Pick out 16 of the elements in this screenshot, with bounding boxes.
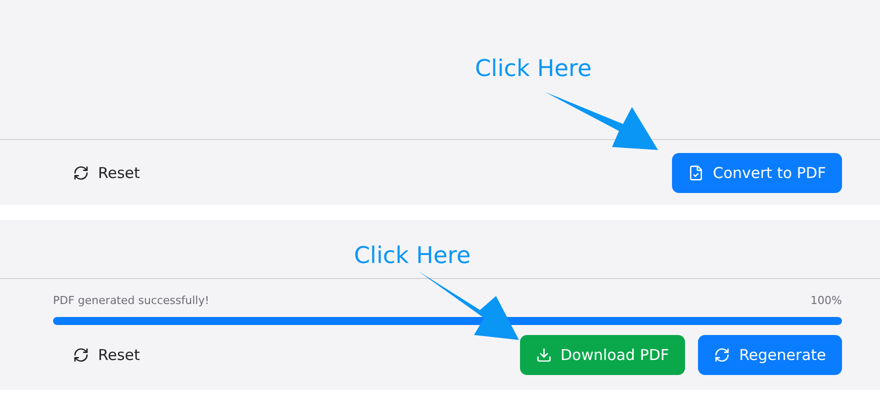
refresh-icon [73,164,89,180]
download-button[interactable]: Download PDF [520,335,686,375]
file-icon [688,164,704,180]
arrow-icon [418,271,519,340]
annotation-text: Click Here [354,243,471,269]
download-icon [536,347,552,363]
reset-button[interactable]: Reset [53,335,160,375]
refresh-icon [714,347,730,363]
percent-text: 100% [810,294,842,307]
arrow-icon [545,92,658,150]
reset-button[interactable]: Reset [53,152,160,192]
regenerate-button[interactable]: Regenerate [698,335,842,375]
status-text: PDF generated successfully! [53,294,210,307]
refresh-icon [73,347,89,363]
annotation-text: Click Here [475,56,592,82]
convert-button[interactable]: Convert to PDF [672,152,842,192]
